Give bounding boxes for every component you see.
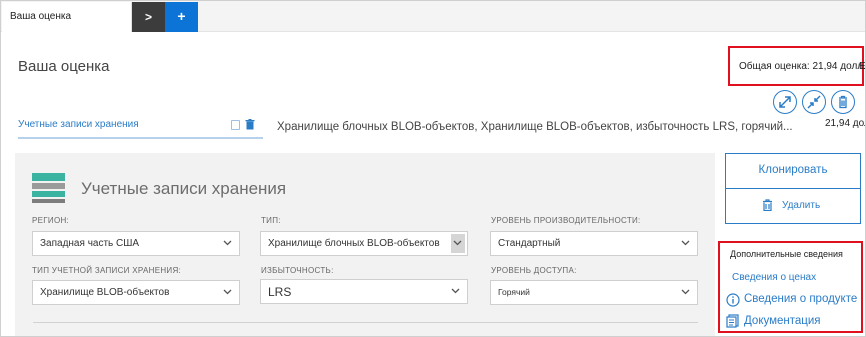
pricing-details-link[interactable]: Сведения о ценах bbox=[732, 272, 816, 283]
expand-all-button[interactable] bbox=[773, 90, 797, 114]
chevron-down-icon bbox=[453, 240, 462, 246]
service-row-underline bbox=[18, 137, 263, 139]
info-icon bbox=[726, 293, 740, 307]
chevron-down-icon bbox=[681, 240, 690, 246]
trash-icon bbox=[839, 95, 847, 109]
documentation-icon bbox=[726, 314, 739, 328]
type-select[interactable]: Хранилище блочных BLOB-объектов bbox=[260, 231, 468, 256]
collapse-all-button[interactable] bbox=[802, 90, 826, 114]
redundancy-select[interactable]: LRS bbox=[260, 279, 468, 304]
region-value: Западная часть США bbox=[40, 238, 140, 249]
performance-tier-select[interactable]: Стандартный bbox=[490, 231, 698, 256]
tab-strip: Ваша оценка > + bbox=[1, 1, 865, 32]
account-type-select[interactable]: Хранилище BLOB-объектов bbox=[32, 280, 240, 305]
delete-service-icon[interactable] bbox=[245, 119, 255, 130]
delete-button[interactable]: Удалить bbox=[725, 188, 861, 224]
performance-tier-value: Стандартный bbox=[498, 238, 561, 249]
redundancy-label: ИЗБЫТОЧНОСТЬ: bbox=[261, 266, 334, 275]
chevron-down-icon bbox=[223, 240, 232, 246]
service-price: 21,94 долл. bbox=[825, 118, 865, 129]
trash-icon bbox=[763, 199, 772, 211]
region-select[interactable]: Западная часть США bbox=[32, 231, 240, 256]
next-tab-button[interactable]: > bbox=[132, 2, 165, 32]
more-info-title: Дополнительные сведения bbox=[730, 249, 843, 259]
access-tier-select[interactable]: Горячий bbox=[490, 280, 698, 305]
total-estimate: Общая оценка: 21,94 долл. bbox=[739, 61, 866, 72]
panel-title: Учетные записи хранения bbox=[81, 179, 287, 198]
type-select-arrow bbox=[451, 234, 465, 253]
redundancy-value: LRS bbox=[268, 285, 292, 299]
page-title: Ваша оценка bbox=[18, 58, 110, 75]
service-description: Хранилище блочных BLOB-объектов, Хранили… bbox=[277, 121, 793, 133]
service-link-storage-accounts[interactable]: Учетные записи хранения bbox=[18, 119, 139, 130]
estimate-window: Ваша оценка > + Ваша оценка Общая оценка… bbox=[0, 0, 866, 337]
collapse-icon bbox=[807, 95, 821, 109]
total-estimate-clipped: Е bbox=[859, 61, 866, 72]
performance-tier-label: УРОВЕНЬ ПРОИЗВОДИТЕЛЬНОСТИ: bbox=[491, 216, 641, 225]
clone-button[interactable]: Клонировать bbox=[725, 153, 861, 189]
documentation-link[interactable]: Документация bbox=[744, 315, 821, 327]
clone-service-icon[interactable] bbox=[231, 120, 240, 130]
account-type-label: ТИП УЧЕТНОЙ ЗАПИСИ ХРАНЕНИЯ: bbox=[32, 266, 182, 275]
product-details-link[interactable]: Сведения о продукте bbox=[744, 293, 857, 305]
type-value: Хранилище блочных BLOB-объектов bbox=[268, 238, 440, 249]
delete-all-button[interactable] bbox=[831, 90, 855, 114]
expand-icon bbox=[779, 96, 791, 108]
access-tier-value: Горячий bbox=[498, 287, 530, 297]
access-tier-label: УРОВЕНЬ ДОСТУПА: bbox=[491, 266, 577, 275]
add-tab-button[interactable]: + bbox=[165, 2, 198, 32]
tab-your-estimate[interactable]: Ваша оценка bbox=[2, 2, 132, 32]
region-label: РЕГИОН: bbox=[32, 216, 70, 225]
account-type-value: Хранилище BLOB-объектов bbox=[40, 287, 170, 298]
panel-divider bbox=[33, 322, 698, 323]
chevron-down-icon bbox=[451, 288, 460, 294]
chevron-down-icon bbox=[223, 289, 232, 295]
type-label: ТИП: bbox=[261, 216, 281, 225]
storage-account-icon bbox=[32, 173, 65, 203]
delete-button-label: Удалить bbox=[782, 200, 821, 211]
chevron-down-icon bbox=[681, 289, 690, 295]
